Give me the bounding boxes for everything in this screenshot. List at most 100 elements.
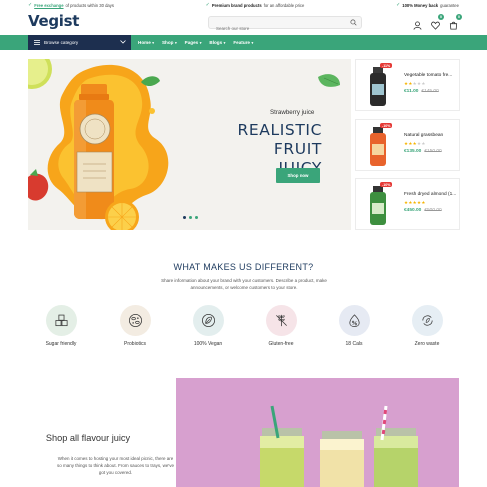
slider-dot[interactable] xyxy=(189,216,192,219)
feature-sugar-friendly: Sugar friendly xyxy=(39,305,83,347)
check-icon: ✓ xyxy=(396,2,401,8)
announcement-text: guarantee xyxy=(440,2,459,8)
account-icon[interactable] xyxy=(413,17,422,30)
feature-label: Gluten-free xyxy=(268,341,294,347)
sale-badge: -10% xyxy=(380,123,393,128)
product-name[interactable]: Natural grassbean xyxy=(404,133,443,138)
slider-dot[interactable] xyxy=(195,216,198,219)
product-image xyxy=(370,127,386,166)
gluten-free-icon xyxy=(275,314,287,327)
announcement-moneyback: ✓ 100% Money back guarantee xyxy=(396,2,459,8)
sale-badge: -10% xyxy=(380,182,393,187)
promo-juice-jars-image xyxy=(176,378,459,487)
wishlist-icon[interactable]: 0 xyxy=(431,14,444,30)
search-input[interactable] xyxy=(209,23,339,34)
nav-item-feature[interactable]: Feature ▾ xyxy=(233,40,253,45)
hamburger-icon xyxy=(34,40,40,45)
slider-dot[interactable] xyxy=(183,216,186,219)
probiotics-icon xyxy=(128,314,142,327)
feature-vegan: 100% Vegan xyxy=(186,305,230,347)
nav-item-home[interactable]: Home ▾ xyxy=(138,40,154,45)
feature-label: 100% Vegan xyxy=(193,341,223,347)
nav-item-pages[interactable]: Pages ▾ xyxy=(185,40,202,45)
announcement-strong: Premium brand products xyxy=(211,2,262,8)
browse-category-button[interactable]: Browse category xyxy=(28,35,131,50)
product-price: €135.00 €150.00 xyxy=(404,149,442,154)
product-name[interactable]: Fresh dryed almond (1... xyxy=(404,192,456,197)
announcement-bar: ✓ Free exchange of products within 30 da… xyxy=(0,0,487,10)
product-rating: ★★★★★ xyxy=(404,200,426,205)
feature-label: Sugar friendly xyxy=(45,341,77,347)
calories-icon xyxy=(348,314,360,327)
feature-label: Probiotics xyxy=(124,341,146,347)
main-nav: Browse category Home ▾ Shop ▾ Pages ▾ Blogs… xyxy=(0,35,487,50)
nav-item-label: Feature xyxy=(233,40,250,45)
feature-icon-circle xyxy=(338,305,370,336)
chevron-down-icon xyxy=(120,40,126,44)
feature-label: 18 Cals xyxy=(345,341,363,347)
logo-text: Vegist xyxy=(28,12,80,30)
nav-item-blogs[interactable]: Blogs ▾ xyxy=(209,40,225,45)
sale-badge: -11% xyxy=(380,63,393,68)
site-logo[interactable]: Vegist xyxy=(28,12,79,30)
nav-item-label: Blogs xyxy=(209,40,223,45)
nav-item-shop[interactable]: Shop ▾ xyxy=(162,40,177,45)
feature-zero-waste: Zero waste xyxy=(405,305,449,347)
shop-now-button[interactable]: Shop now xyxy=(276,168,320,183)
browse-category-label: Browse category xyxy=(44,40,79,45)
nav-item-label: Home xyxy=(138,40,151,45)
price-current: €135.00 xyxy=(404,149,422,154)
nav-item-label: Pages xyxy=(184,40,199,45)
product-image xyxy=(370,186,386,225)
announcement-text: for an affordable price xyxy=(263,2,305,8)
announcement-exchange: ✓ Free exchange of products within 30 da… xyxy=(28,2,114,8)
feature-gluten-free: Gluten-free xyxy=(259,305,303,347)
nav-menu: Home ▾ Shop ▾ Pages ▾ Blogs ▾ Feature ▾ xyxy=(138,35,253,50)
header-icons: 0 0 xyxy=(413,14,462,30)
price-old: €150.00 xyxy=(424,149,442,154)
features-description: Share information about your brand with … xyxy=(161,278,327,290)
price-current: €11.00 xyxy=(404,89,419,94)
caret-down-icon: ▾ xyxy=(199,40,202,45)
product-card[interactable]: -10% Fresh dryed almond (1... ★★★★★ €450… xyxy=(355,178,460,230)
caret-down-icon: ▾ xyxy=(223,40,226,45)
hero-title-line: REALISTIC xyxy=(237,121,322,139)
feature-label: Zero waste xyxy=(414,341,440,347)
feature-icon-circle xyxy=(265,305,297,336)
sugar-cubes-icon xyxy=(55,314,67,327)
wishlist-count-badge: 0 xyxy=(438,14,444,20)
check-icon: ✓ xyxy=(205,2,210,8)
caret-down-icon: ▾ xyxy=(152,40,154,45)
product-card[interactable]: -11% Vegetable tomato fre... ★★★★★ €11.0… xyxy=(355,59,460,111)
feature-icon-circle xyxy=(119,305,151,336)
product-rating: ★★★★★ xyxy=(404,81,426,86)
hero-subtitle: Strawberry juice xyxy=(270,109,315,116)
slider-dots xyxy=(183,216,198,219)
announcement-highlight-link[interactable]: Free exchange xyxy=(34,3,63,8)
product-price: €11.00 €145.00 xyxy=(404,89,439,94)
feature-icon-circle xyxy=(192,305,224,336)
feature-icon-circle xyxy=(45,305,77,336)
caret-down-icon: ▾ xyxy=(251,40,254,45)
search-box xyxy=(208,16,362,34)
price-current: €450.00 xyxy=(404,208,422,213)
product-card[interactable]: -10% Natural grassbean ★★★★★ €135.00 €150… xyxy=(355,119,460,171)
features-heading: WHAT MAKES US DIFFERENT? xyxy=(173,262,314,272)
check-icon: ✓ xyxy=(28,2,33,8)
feature-icon-circle xyxy=(411,305,443,336)
announcement-premium: ✓ Premium brand products for an affordab… xyxy=(206,2,305,8)
cart-count-badge: 0 xyxy=(456,14,462,20)
product-image xyxy=(370,67,386,106)
search-icon[interactable] xyxy=(350,19,357,26)
product-price: €450.00 €500.00 xyxy=(404,208,442,213)
feature-probiotics: Probiotics xyxy=(113,305,157,347)
product-name[interactable]: Vegetable tomato fre... xyxy=(404,73,452,78)
feature-cals: 18 Cals xyxy=(332,305,376,347)
zero-waste-icon xyxy=(421,315,433,326)
caret-down-icon: ▾ xyxy=(174,40,177,45)
price-old: €500.00 xyxy=(424,208,442,213)
promo-title: Shop all flavour juicy xyxy=(45,433,131,443)
cart-icon[interactable]: 0 xyxy=(449,14,462,30)
promo-description: When it comes to hosting your most ideal… xyxy=(57,456,174,475)
price-old: €145.00 xyxy=(421,89,439,94)
